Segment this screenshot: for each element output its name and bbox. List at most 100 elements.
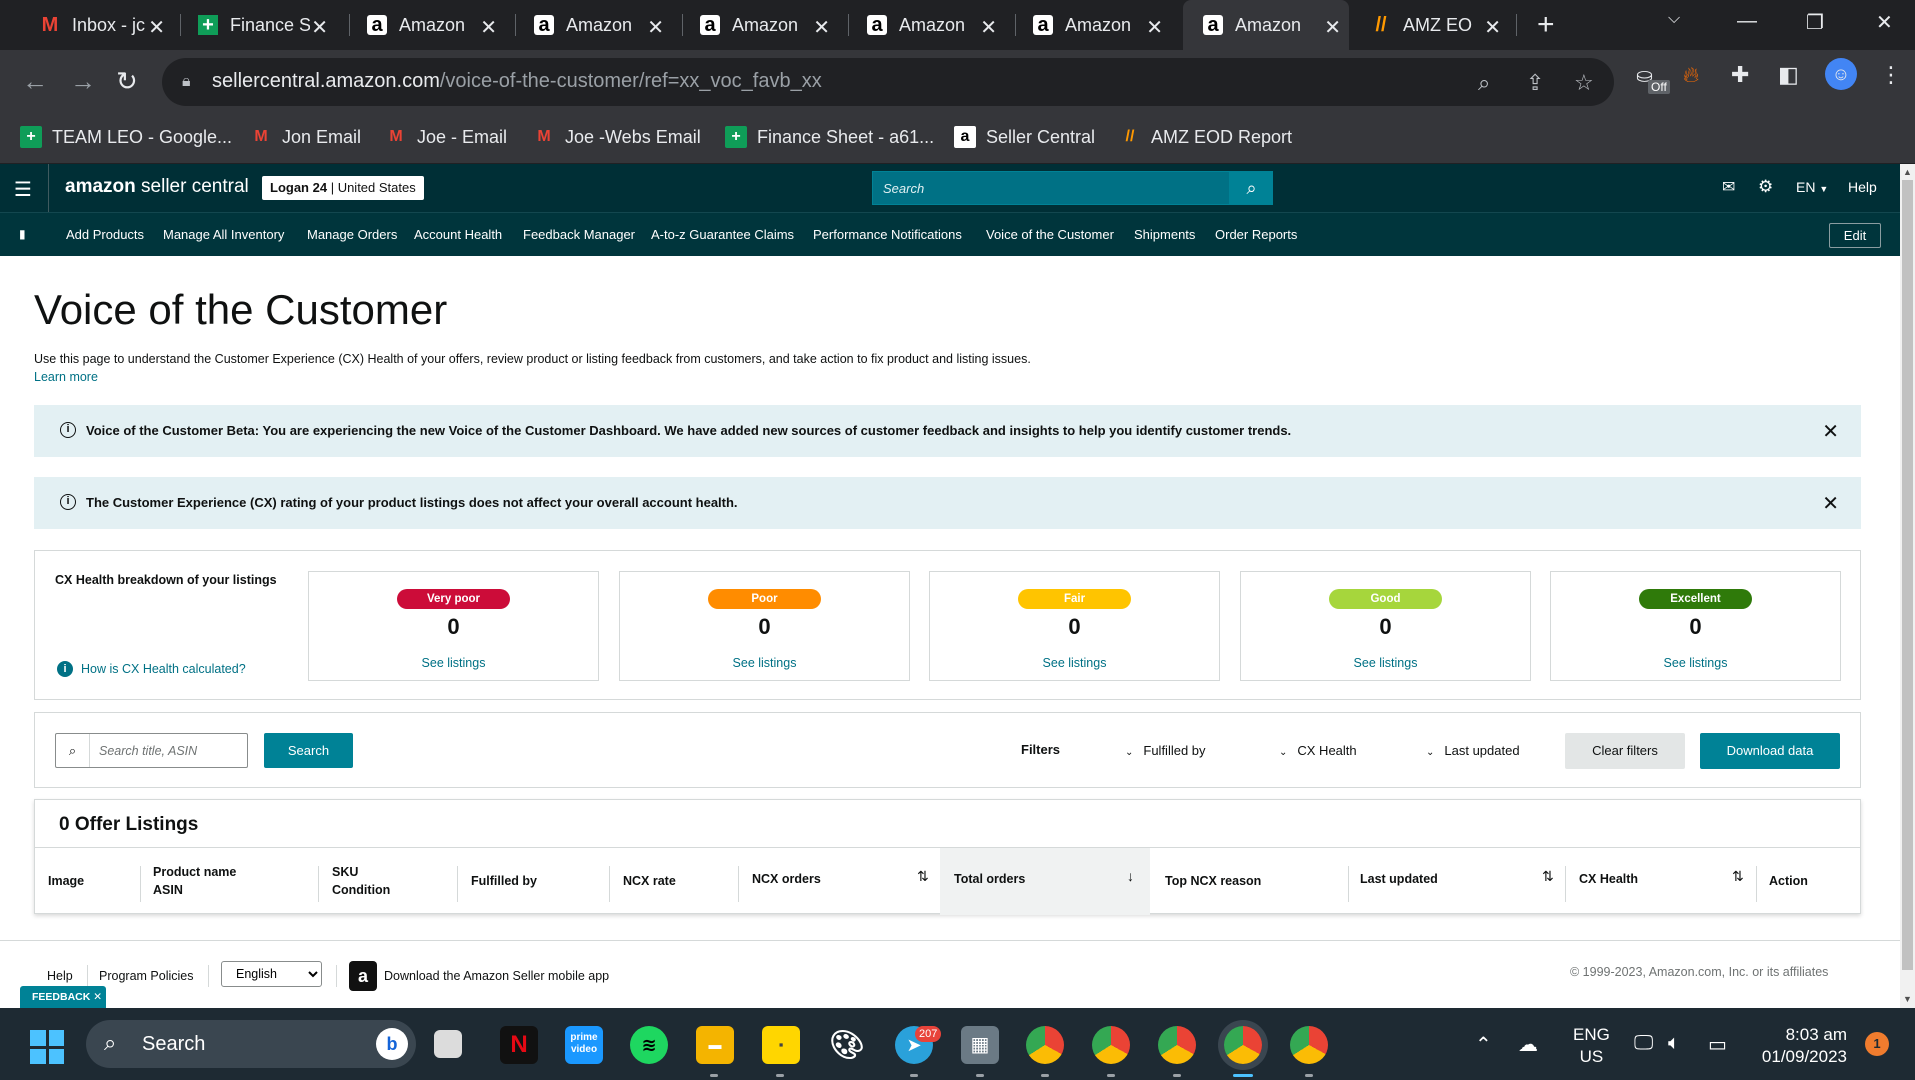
see-listings-link[interactable]: See listings [309, 656, 598, 670]
sort-down-icon[interactable]: ↓ [1127, 868, 1134, 884]
profile-avatar[interactable]: ☺ [1825, 58, 1857, 90]
download-app-link[interactable]: Download the Amazon Seller mobile app [384, 969, 609, 983]
close-tab-icon[interactable]: ✕ [1146, 15, 1163, 40]
nav-add-products[interactable]: Add Products [66, 227, 144, 242]
column-ncx-orders[interactable]: NCX orders [752, 870, 821, 888]
taskbar-clock[interactable]: 8:03 am 01/09/2023 [1755, 1024, 1847, 1068]
clear-filters-button[interactable]: Clear filters [1565, 733, 1685, 769]
tab-amz-eod[interactable]: // AMZ EOI ✕ [1359, 8, 1509, 42]
column-last-updated[interactable]: Last updated [1360, 870, 1438, 888]
address-bar[interactable]: 🔒︎ sellercentral.amazon.com/voice-of-the… [162, 58, 1614, 106]
hamburger-menu-icon[interactable]: ☰ [14, 177, 32, 202]
back-icon[interactable]: ← [22, 66, 48, 97]
nav-a-to-z-claims[interactable]: A-to-z Guarantee Claims [651, 227, 794, 242]
mail-icon[interactable]: ✉ [1722, 177, 1735, 197]
side-panel-icon[interactable]: ◧ [1778, 62, 1799, 88]
see-listings-link[interactable]: See listings [1241, 656, 1530, 670]
tab-amazon-4[interactable]: a Amazon ✕ [855, 8, 1005, 42]
close-icon[interactable]: ✕ [1822, 419, 1839, 444]
learn-more-link[interactable]: Learn more [34, 370, 98, 384]
close-icon[interactable]: ✕ [1822, 491, 1839, 516]
bookmark-jon-email[interactable]: M Jon Email [250, 126, 361, 148]
onedrive-icon[interactable]: ☁ [1518, 1032, 1538, 1057]
extension-toggle-icon[interactable]: ⛀ Off [1636, 62, 1670, 94]
download-data-button[interactable]: Download data [1700, 733, 1840, 769]
bookmark-icon[interactable]: ▮ [19, 227, 26, 241]
nav-account-health[interactable]: Account Health [414, 227, 502, 242]
close-tab-icon[interactable]: ✕ [480, 15, 497, 40]
close-tab-icon[interactable]: ✕ [647, 15, 664, 40]
windows-start-icon[interactable] [30, 1030, 64, 1064]
chrome-profile-1-icon[interactable] [1026, 1026, 1064, 1064]
nav-order-reports[interactable]: Order Reports [1215, 227, 1297, 242]
nav-manage-orders[interactable]: Manage Orders [307, 227, 397, 242]
nav-shipments[interactable]: Shipments [1134, 227, 1195, 242]
bookmark-star-icon[interactable]: ☆ [1574, 70, 1594, 96]
last-updated-dropdown[interactable]: ⌄ Last updated [1426, 743, 1520, 758]
notification-badge[interactable]: 1 [1865, 1032, 1889, 1056]
reload-icon[interactable]: ↻ [116, 66, 138, 97]
search-icon[interactable]: ⌕ [1230, 171, 1273, 205]
sort-icon[interactable]: ⇅ [917, 868, 929, 885]
sticky-notes-icon[interactable]: ▪ [762, 1026, 800, 1064]
tab-finance-sheet[interactable]: + Finance S ✕ [186, 8, 336, 42]
bookmark-joe-webs-email[interactable]: M Joe -Webs Email [533, 126, 700, 148]
edit-nav-button[interactable]: Edit [1829, 223, 1881, 248]
footer-help-link[interactable]: Help [47, 969, 73, 983]
chrome-profile-5-icon[interactable] [1290, 1026, 1328, 1064]
bookmark-team-leo[interactable]: + TEAM LEO - Google... [20, 126, 232, 148]
forward-icon[interactable]: → [70, 66, 96, 97]
browser-menu-icon[interactable]: ⋮ [1880, 62, 1902, 88]
lock-icon[interactable]: 🔒︎ [182, 73, 191, 91]
nav-voice-of-the-customer[interactable]: Voice of the Customer [986, 227, 1114, 242]
tab-amazon-5[interactable]: a Amazon ✕ [1021, 8, 1171, 42]
network-icon[interactable]: 🖵︎ [1634, 1032, 1653, 1055]
see-listings-link[interactable]: See listings [1551, 656, 1840, 670]
close-tab-icon[interactable]: ✕ [1484, 15, 1501, 40]
bookmark-seller-central[interactable]: a Seller Central [954, 126, 1095, 148]
store-selector[interactable]: Logan 24 | United States [262, 176, 424, 200]
column-cx-health[interactable]: CX Health [1579, 870, 1638, 888]
zoom-icon[interactable]: ⌕ [1478, 70, 1490, 96]
fire-extension-icon[interactable]: 🔥︎ [1683, 62, 1699, 88]
netflix-icon[interactable]: N [500, 1026, 538, 1064]
bookmark-joe-email[interactable]: M Joe - Email [385, 126, 507, 148]
close-tab-icon[interactable]: ✕ [148, 15, 165, 40]
task-view-icon[interactable] [434, 1030, 462, 1058]
tab-amazon-2[interactable]: a Amazon ✕ [522, 8, 672, 42]
close-icon[interactable]: ✕ [93, 991, 102, 1003]
chrome-profile-active-icon[interactable] [1224, 1026, 1262, 1064]
help-link[interactable]: Help [1848, 179, 1877, 195]
close-window-icon[interactable]: ✕ [1876, 10, 1893, 35]
close-tab-icon[interactable]: ✕ [311, 15, 328, 40]
new-tab-icon[interactable]: + [1537, 8, 1555, 42]
gear-icon[interactable]: ⚙ [1758, 177, 1773, 197]
fulfilled-by-dropdown[interactable]: ⌄ Fulfilled by [1125, 743, 1206, 758]
share-icon[interactable]: ⇪ [1526, 70, 1544, 96]
nav-manage-all-inventory[interactable]: Manage All Inventory [163, 227, 284, 242]
feedback-tab[interactable]: FEEDBACK ✕ [20, 986, 106, 1008]
bookmark-amz-eod-report[interactable]: // AMZ EOD Report [1119, 126, 1292, 148]
close-tab-icon[interactable]: ✕ [1324, 15, 1341, 40]
extensions-puzzle-icon[interactable]: ✚ [1731, 62, 1749, 88]
cx-health-calculated-link[interactable]: i How is CX Health calculated? [57, 661, 246, 677]
input-language[interactable]: ENG US [1573, 1024, 1610, 1068]
see-listings-link[interactable]: See listings [620, 656, 909, 670]
minimize-icon[interactable]: — [1737, 10, 1757, 33]
tab-amazon-1[interactable]: a Amazon ✕ [355, 8, 505, 42]
tab-search-icon[interactable]: ⌵ [1668, 10, 1680, 28]
cx-health-dropdown[interactable]: ⌄ CX Health [1279, 743, 1357, 758]
language-selector[interactable]: EN ▼ [1796, 179, 1828, 195]
battery-icon[interactable]: ▭ [1708, 1032, 1727, 1057]
program-policies-link[interactable]: Program Policies [99, 969, 193, 983]
amazon-app-icon[interactable]: a [349, 961, 377, 991]
listing-search[interactable]: ⌕ [55, 733, 248, 768]
footer-language-select[interactable]: English [221, 961, 322, 987]
close-tab-icon[interactable]: ✕ [980, 15, 997, 40]
sort-icon[interactable]: ⇅ [1542, 868, 1554, 885]
page-scrollbar[interactable]: ▲ ▼ [1900, 164, 1915, 1008]
bing-icon[interactable]: b [376, 1028, 408, 1060]
paint-icon[interactable]: 🎨︎ [828, 1026, 866, 1064]
restore-icon[interactable]: ❐ [1806, 10, 1824, 35]
tab-amazon-active[interactable]: a Amazon ✕ [1183, 0, 1349, 50]
